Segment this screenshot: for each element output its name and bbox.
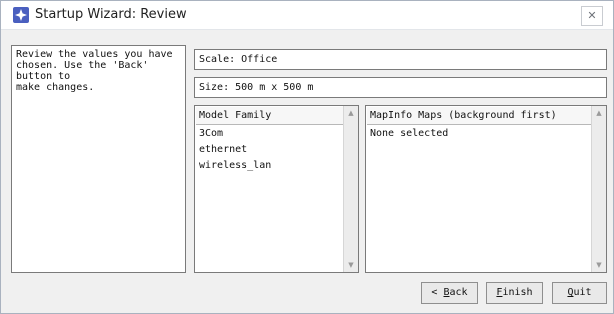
back-label: ack xyxy=(449,287,468,298)
window-title: Startup Wizard: Review xyxy=(35,7,187,22)
mapinfo-maps-list-content: MapInfo Maps (background first) None sel… xyxy=(366,106,592,272)
list-item[interactable]: ethernet xyxy=(195,142,344,158)
model-family-list[interactable]: Model Family 3Com ethernet wireless_lan … xyxy=(194,105,359,273)
wizard-star-icon xyxy=(13,7,29,23)
model-family-header: Model Family xyxy=(196,107,343,125)
back-button[interactable]: < Back xyxy=(421,282,478,304)
scale-field: Scale: Office xyxy=(194,49,607,70)
quit-label: uit xyxy=(573,287,592,298)
back-arrow-icon: < xyxy=(431,287,438,298)
quit-button[interactable]: Quit xyxy=(552,282,607,304)
finish-label: inish xyxy=(502,287,533,298)
list-item[interactable]: None selected xyxy=(366,126,592,142)
scroll-up-icon[interactable]: ▲ xyxy=(592,106,606,120)
size-field: Size: 500 m x 500 m xyxy=(194,77,607,98)
startup-wizard-window: Startup Wizard: Review ✕ Review the valu… xyxy=(0,0,614,314)
model-family-scrollbar[interactable]: ▲ ▼ xyxy=(343,106,358,272)
finish-button[interactable]: Finish xyxy=(486,282,543,304)
mapinfo-maps-scrollbar[interactable]: ▲ ▼ xyxy=(591,106,606,272)
list-item[interactable]: 3Com xyxy=(195,126,344,142)
model-family-list-content: Model Family 3Com ethernet wireless_lan xyxy=(195,106,344,272)
mapinfo-maps-list[interactable]: MapInfo Maps (background first) None sel… xyxy=(365,105,607,273)
list-item[interactable]: wireless_lan xyxy=(195,158,344,174)
scroll-down-icon[interactable]: ▼ xyxy=(344,258,358,272)
title-bar: Startup Wizard: Review ✕ xyxy=(1,1,613,30)
mapinfo-maps-header: MapInfo Maps (background first) xyxy=(367,107,591,125)
close-button[interactable]: ✕ xyxy=(581,6,603,26)
scroll-up-icon[interactable]: ▲ xyxy=(344,106,358,120)
instructions-text: Review the values you have chosen. Use t… xyxy=(11,45,186,273)
scroll-down-icon[interactable]: ▼ xyxy=(592,258,606,272)
close-icon: ✕ xyxy=(587,9,597,22)
